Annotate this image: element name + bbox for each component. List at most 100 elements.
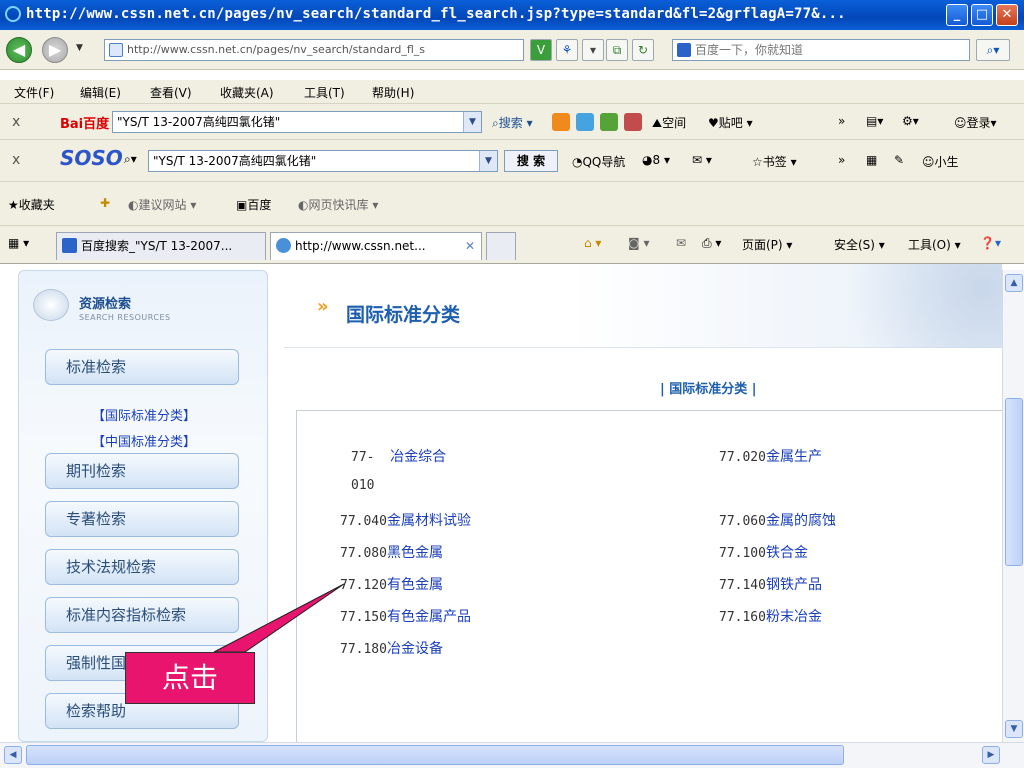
list-item-code-suffix: 010 bbox=[351, 478, 375, 493]
close-toolbar-icon[interactable]: x bbox=[12, 152, 20, 168]
qq-nav-button[interactable]: ◔QQ导航 bbox=[572, 153, 625, 170]
tieba-button[interactable]: ♥贴吧 ▾ bbox=[708, 114, 753, 131]
close-button[interactable]: ✕ bbox=[996, 4, 1018, 26]
baidu-query-input[interactable]: "YS/T 13-2007高纯四氯化锗" ▼ bbox=[112, 111, 482, 133]
security-icon[interactable]: V bbox=[530, 39, 552, 61]
horizontal-scrollbar[interactable]: ◀ ▶ bbox=[0, 742, 1024, 768]
sidebar-item-regulation-search[interactable]: 技术法规检索 bbox=[45, 549, 239, 585]
menu-tools[interactable]: 工具(T) bbox=[304, 84, 345, 101]
close-tab-icon[interactable]: ✕ bbox=[465, 233, 475, 259]
sidebar-item-monograph-search[interactable]: 专著检索 bbox=[45, 501, 239, 537]
refresh-icon[interactable]: ↻ bbox=[632, 39, 654, 61]
toolbar-app-icon[interactable] bbox=[600, 113, 618, 131]
mail-icon[interactable]: ✉ ▾ bbox=[692, 153, 712, 167]
chevron-down-icon[interactable]: ▼ bbox=[479, 151, 497, 171]
sidebar-item-standard-search[interactable]: 标准检索 bbox=[45, 349, 239, 385]
toolbar-app-icon[interactable] bbox=[624, 113, 642, 131]
title-bar: http://www.cssn.net.cn/pages/nv_search/s… bbox=[0, 0, 1024, 30]
maximize-button[interactable]: □ bbox=[971, 4, 993, 26]
search-button[interactable]: ⌕▾ bbox=[976, 39, 1010, 61]
list-item[interactable]: 77.160粉末冶金 bbox=[719, 606, 822, 626]
horizontal-scroll-thumb[interactable] bbox=[26, 745, 844, 765]
sidebar-item-journal-search[interactable]: 期刊检索 bbox=[45, 453, 239, 489]
new-tab-button[interactable] bbox=[486, 232, 516, 260]
menu-favorites[interactable]: 收藏夹(A) bbox=[220, 84, 274, 101]
tab-row: ▦ ▾ 百度搜索_"YS/T 13-2007... http://www.css… bbox=[0, 226, 1024, 264]
list-item-nonferrous[interactable]: 77.120有色金属 bbox=[340, 574, 443, 594]
search-input[interactable]: 百度一下，你就知道 bbox=[672, 39, 970, 61]
globe-decoration bbox=[802, 264, 1002, 348]
list-item[interactable]: 77.080黑色金属 bbox=[340, 542, 443, 562]
address-dropdown-icon[interactable]: ▾ bbox=[582, 39, 604, 61]
list-item[interactable]: 77.180冶金设备 bbox=[340, 638, 443, 658]
forward-button[interactable]: ▶ bbox=[42, 37, 68, 63]
soso-query-input[interactable]: "YS/T 13-2007高纯四氯化锗" ▼ bbox=[148, 150, 498, 172]
baidu-search-button[interactable]: ⌕搜索 ▾ bbox=[492, 114, 533, 131]
window-title: http://www.cssn.net.cn/pages/nv_search/s… bbox=[26, 6, 846, 22]
tools-menu[interactable]: 工具(O) ▾ bbox=[908, 236, 961, 253]
vertical-scroll-thumb[interactable] bbox=[1005, 398, 1023, 566]
list-item[interactable]: 77.060金属的腐蚀 bbox=[719, 510, 836, 530]
toolbar-app-icon[interactable] bbox=[552, 113, 570, 131]
favorites-button[interactable]: ★收藏夹 bbox=[8, 196, 55, 213]
menu-file[interactable]: 文件(F) bbox=[14, 84, 54, 101]
url-input[interactable]: http://www.cssn.net.cn/pages/nv_search/s… bbox=[104, 39, 524, 61]
page-menu[interactable]: 页面(P) ▾ bbox=[742, 236, 792, 253]
tab-cssn[interactable]: http://www.cssn.net... ✕ bbox=[270, 232, 482, 260]
safety-menu[interactable]: 安全(S) ▾ bbox=[834, 236, 885, 253]
soso-search-button[interactable]: 搜 索 bbox=[504, 150, 558, 172]
gear-icon[interactable]: ⚙▾ bbox=[902, 114, 919, 128]
menu-help[interactable]: 帮助(H) bbox=[372, 84, 414, 101]
pencil-icon[interactable]: ✎ bbox=[894, 153, 904, 167]
compat-icon[interactable]: ⚘ bbox=[556, 39, 578, 61]
sidebar-item-content-search[interactable]: 标准内容指标检索 bbox=[45, 597, 239, 633]
list-item[interactable]: 77.100铁合金 bbox=[719, 542, 808, 562]
mail-icon[interactable]: ✉ bbox=[676, 236, 686, 250]
list-item[interactable]: 77.140钢铁产品 bbox=[719, 574, 822, 594]
menu-edit[interactable]: 编辑(E) bbox=[80, 84, 121, 101]
list-item[interactable]: 77- 冶金综合 bbox=[351, 446, 446, 466]
sidebar-sublink-ccs[interactable]: 【中国标准分类】 bbox=[92, 431, 196, 450]
history-dropdown-icon[interactable]: ▼ bbox=[76, 43, 83, 53]
chevron-down-icon[interactable]: ▼ bbox=[463, 112, 481, 132]
tab-baidu-search[interactable]: 百度搜索_"YS/T 13-2007... bbox=[56, 232, 266, 260]
favorites-bar: ★收藏夹 ✚ ◐建议网站 ▾ ▣百度 ◐网页快讯库 ▾ bbox=[0, 182, 1024, 226]
page-title: 国际标准分类 bbox=[346, 304, 461, 326]
grid-icon[interactable]: ▦ bbox=[866, 153, 877, 167]
toolbar-app-icon[interactable] bbox=[576, 113, 594, 131]
scroll-left-icon[interactable]: ◀ bbox=[4, 746, 22, 764]
quick-tabs-icon[interactable]: ▦ ▾ bbox=[8, 236, 29, 250]
vertical-scrollbar[interactable]: ▲ ▼ bbox=[1002, 270, 1024, 742]
back-button[interactable]: ◀ bbox=[6, 37, 32, 63]
baidu-favorite-link[interactable]: ▣百度 bbox=[236, 196, 271, 213]
search-icon[interactable]: ⌕▾ bbox=[124, 152, 137, 167]
baidu-logo[interactable]: Bai百度 bbox=[60, 113, 109, 132]
minimize-button[interactable]: _ bbox=[946, 4, 968, 26]
webslice-button[interactable]: ◐网页快讯库 ▾ bbox=[298, 196, 378, 213]
scroll-right-icon[interactable]: ▶ bbox=[982, 746, 1000, 764]
home-icon[interactable]: ⌂ ▾ bbox=[584, 236, 601, 250]
user-button[interactable]: ☺小生 bbox=[922, 153, 959, 170]
menu-view[interactable]: 查看(V) bbox=[150, 84, 192, 101]
close-toolbar-icon[interactable]: x bbox=[12, 114, 20, 130]
feeds-icon[interactable]: ◙ ▾ bbox=[628, 236, 649, 250]
print-icon[interactable]: ⎙ ▾ bbox=[702, 236, 721, 251]
help-icon[interactable]: ❓▾ bbox=[980, 236, 1001, 250]
bookmarks-button[interactable]: ☆书签 ▾ bbox=[752, 153, 797, 170]
more-chevron-icon[interactable]: » bbox=[838, 114, 845, 128]
scroll-down-icon[interactable]: ▼ bbox=[1005, 720, 1023, 738]
list-item[interactable]: 77.020金属生产 bbox=[719, 446, 822, 466]
more-chevron-icon[interactable]: » bbox=[838, 153, 845, 167]
scroll-up-icon[interactable]: ▲ bbox=[1005, 274, 1023, 292]
compat-view-icon[interactable]: ⧉ bbox=[606, 39, 628, 61]
add-favorite-icon[interactable]: ✚ bbox=[100, 196, 110, 210]
suggested-sites-button[interactable]: ◐建议网站 ▾ bbox=[128, 196, 196, 213]
mail-count-badge[interactable]: ◕8 ▾ bbox=[642, 153, 670, 167]
list-item[interactable]: 77.150有色金属产品 bbox=[340, 606, 471, 626]
login-button[interactable]: ☺登录▾ bbox=[954, 114, 997, 131]
soso-logo[interactable]: SOSO bbox=[60, 146, 123, 170]
list-item[interactable]: 77.040金属材料试验 bbox=[340, 510, 471, 530]
space-button[interactable]: ⛰空间 bbox=[652, 114, 686, 131]
sidebar-sublink-ics[interactable]: 【国际标准分类】 bbox=[92, 405, 196, 424]
toolbar-menu-icon[interactable]: ▤▾ bbox=[866, 114, 883, 128]
